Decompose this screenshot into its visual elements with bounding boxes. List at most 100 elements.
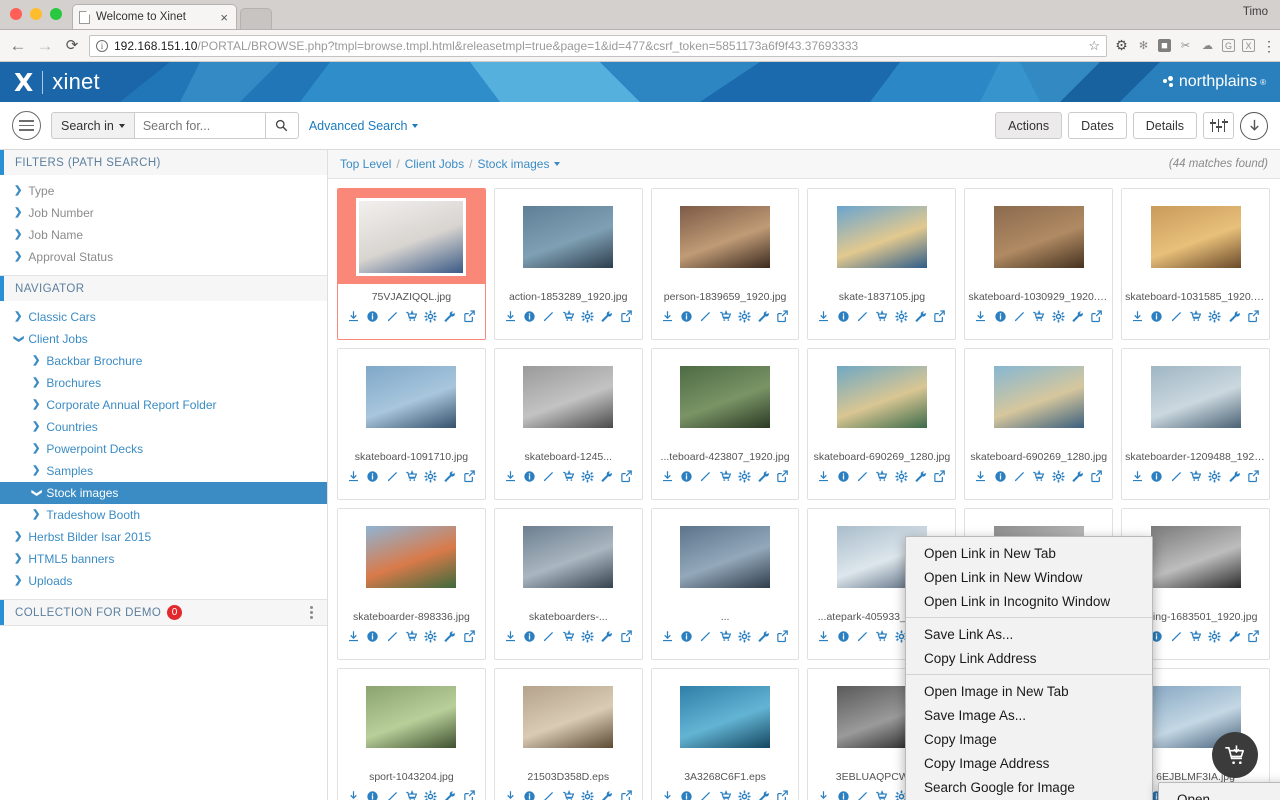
sidebar-item-corporate-annual-report-folder[interactable]: ❯ Corporate Annual Report Folder [0,394,327,416]
thumbnail-card[interactable]: skateboard-1031585_1920.jpg [1121,188,1270,340]
sidebar-item-brochures[interactable]: ❯ Brochures [0,372,327,394]
download-icon[interactable] [817,790,830,800]
cart-icon[interactable] [875,630,888,643]
gear-icon[interactable] [424,310,437,323]
info-icon[interactable] [1150,310,1163,323]
pencil-icon[interactable] [699,630,712,643]
minimize-window-button[interactable] [30,8,42,20]
share-icon[interactable] [776,630,789,643]
gear-icon[interactable] [581,470,594,483]
g-extension-icon[interactable]: G [1222,39,1235,52]
wrench-icon[interactable] [914,470,927,483]
filter-item-job-name[interactable]: ❯ Job Name [0,224,327,246]
thumbnail-image-wrap[interactable] [651,349,799,444]
thumbnail-card[interactable]: 21503D358D.eps [493,668,643,800]
gear-icon[interactable] [424,470,437,483]
wrench-icon[interactable] [757,630,770,643]
download-all-button[interactable] [1240,111,1268,140]
sidebar-item-client-jobs[interactable]: ❯ Client Jobs [0,328,327,350]
cart-icon[interactable] [405,470,418,483]
thumbnail-image[interactable] [1150,525,1241,588]
gear-icon[interactable] [895,470,908,483]
wrench-icon[interactable] [757,310,770,323]
x-extension-icon[interactable]: X [1242,39,1255,52]
thumbnail-image-wrap[interactable] [338,189,485,284]
wrench-icon[interactable] [600,310,613,323]
thumbnail-image[interactable] [366,365,457,428]
thumbnail-image[interactable] [680,365,771,428]
thumbnail-card[interactable]: skateboard-1091710.jpg [337,348,486,500]
pencil-icon[interactable] [1170,470,1183,483]
pencil-icon[interactable] [542,630,555,643]
breadcrumb-item-client-jobs[interactable]: Client Jobs [405,157,464,171]
thumbnail-card[interactable]: skateboarders-... [493,508,643,660]
cart-icon[interactable] [719,470,732,483]
share-icon[interactable] [463,310,476,323]
share-icon[interactable] [1247,310,1260,323]
gear-icon[interactable] [424,630,437,643]
share-icon[interactable] [933,310,946,323]
sidebar-item-herbst-bilder-isar-2015[interactable]: ❯ Herbst Bilder Isar 2015 [0,526,327,548]
share-icon[interactable] [776,470,789,483]
info-icon[interactable] [837,630,850,643]
close-tab-icon[interactable]: × [220,10,230,25]
wrench-icon[interactable] [1071,310,1084,323]
thumbnail-image-wrap[interactable] [1122,189,1269,284]
close-window-button[interactable] [10,8,22,20]
xinet-submenu[interactable]: Open Reveal High Reveal FPO [1158,782,1280,800]
reload-button[interactable]: ⟳ [62,38,82,53]
context-menu-item-open-link-in-incognito-window[interactable]: Open Link in Incognito Window [906,589,1152,613]
pencil-icon[interactable] [542,310,555,323]
cart-icon[interactable] [1032,310,1045,323]
thumbnail-image-wrap[interactable] [808,349,956,444]
info-icon[interactable] [1150,470,1163,483]
thumbnail-image-wrap[interactable] [338,669,485,764]
thumbnail-image-wrap[interactable] [338,349,485,444]
thumbnail-card[interactable]: skateboarder-898336.jpg [337,508,486,660]
pencil-icon[interactable] [386,310,399,323]
sidebar-item-uploads[interactable]: ❯ Uploads [0,570,327,592]
asterisk-extension-icon[interactable]: ✻ [1136,38,1151,53]
gear-extension-icon[interactable]: ⚙ [1114,37,1129,53]
info-icon[interactable] [837,790,850,800]
back-button[interactable]: ← [8,37,28,54]
pencil-icon[interactable] [856,470,869,483]
sidebar-item-stock-images[interactable]: ❯ Stock images [0,482,327,504]
cart-icon[interactable] [1189,470,1202,483]
cart-icon[interactable] [405,790,418,800]
menu-hamburger-icon[interactable] [12,111,41,140]
gear-icon[interactable] [1052,470,1065,483]
browser-context-menu[interactable]: Open Link in New Tab Open Link in New Win… [905,536,1153,800]
scissors-extension-icon[interactable]: ✂ [1178,38,1193,53]
pencil-icon[interactable] [386,630,399,643]
dates-button[interactable]: Dates [1068,112,1127,139]
search-field-wrap[interactable] [134,112,265,139]
wrench-icon[interactable] [757,470,770,483]
thumbnail-image[interactable] [993,365,1084,428]
gear-icon[interactable] [738,470,751,483]
cart-icon[interactable] [405,630,418,643]
thumbnail-card[interactable]: skate-1837105.jpg [807,188,957,340]
thumbnail-image-wrap[interactable] [965,349,1113,444]
cart-icon[interactable] [1189,310,1202,323]
thumbnail-image[interactable] [836,205,927,268]
wrench-icon[interactable] [1228,630,1241,643]
cart-icon[interactable] [562,630,575,643]
share-icon[interactable] [463,630,476,643]
thumbnail-image[interactable] [359,200,464,273]
gear-icon[interactable] [738,790,751,800]
filter-item-job-number[interactable]: ❯ Job Number [0,202,327,224]
share-icon[interactable] [1090,470,1103,483]
site-info-icon[interactable]: i [96,39,108,52]
gear-icon[interactable] [1208,630,1221,643]
download-icon[interactable] [817,310,830,323]
thumbnail-card[interactable]: person-1839659_1920.jpg [650,188,800,340]
pencil-icon[interactable] [699,470,712,483]
submenu-item-open[interactable]: Open [1159,787,1280,800]
maximize-window-button[interactable] [50,8,62,20]
info-icon[interactable] [366,310,379,323]
cart-icon[interactable] [562,790,575,800]
info-icon[interactable] [523,630,536,643]
thumbnail-image[interactable] [836,365,927,428]
cart-icon[interactable] [562,470,575,483]
